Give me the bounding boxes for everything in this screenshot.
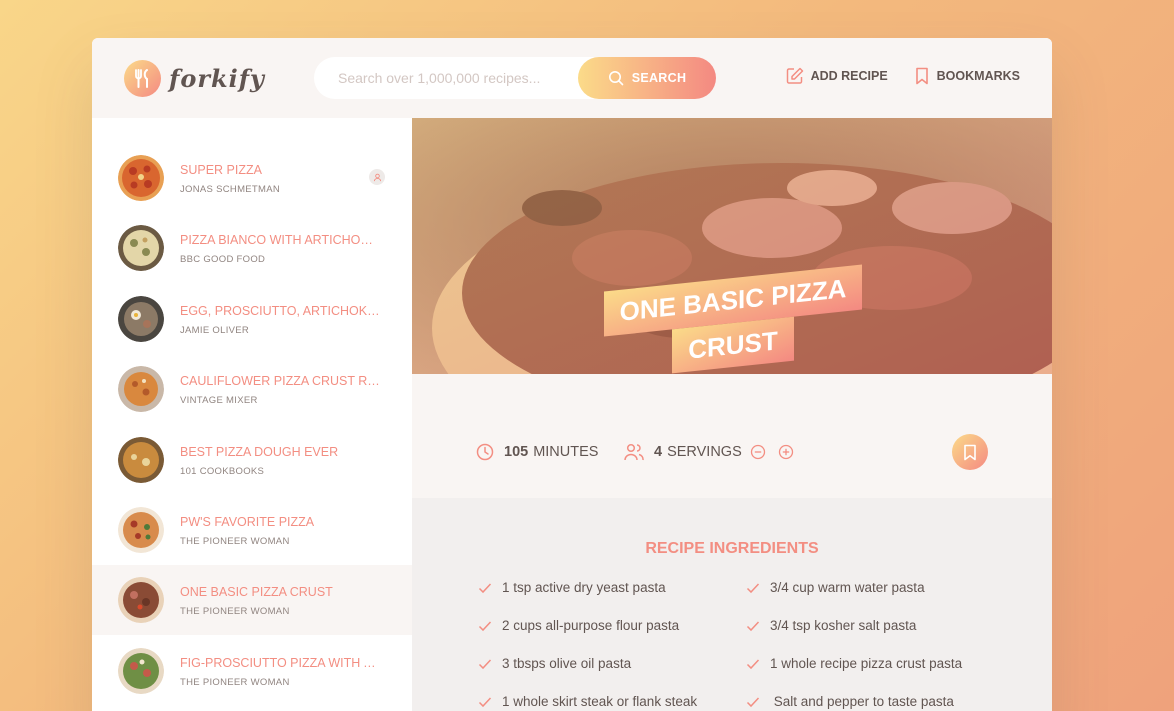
ingredient-item: 1 whole recipe pizza crust pasta [746, 656, 962, 671]
recipe-thumbnail [118, 366, 164, 412]
result-publisher: THE PIONEER WOMAN [180, 536, 290, 547]
search-button[interactable]: SEARCH [578, 57, 716, 99]
check-icon [478, 620, 492, 631]
check-icon [478, 582, 492, 593]
result-publisher: THE PIONEER WOMAN [180, 677, 290, 688]
nav: ADD RECIPE BOOKMARKS [760, 67, 1020, 85]
check-icon [478, 658, 492, 669]
check-icon [478, 696, 492, 707]
search-results: SUPER PIZZA JONAS SCHMETMAN PIZZA BIANCO… [92, 118, 412, 711]
result-title: CAULIFLOWER PIZZA CRUST RECI... [180, 374, 380, 388]
ingredient-item: 3/4 tsp kosher salt pasta [746, 618, 916, 633]
result-title: EGG, PROSCIUTTO, ARTICHOKES, ... [180, 304, 380, 318]
search-input[interactable] [338, 70, 588, 86]
servings-unit: SERVINGS [667, 444, 742, 460]
recipe-thumbnail [118, 507, 164, 553]
ingredients-section: RECIPE INGREDIENTS 1 tsp active dry yeas… [412, 498, 1052, 711]
ingredient-item: 1 tsp active dry yeast pasta [478, 580, 666, 595]
ingredient-item: 3/4 cup warm water pasta [746, 580, 925, 595]
result-title: PW'S FAVORITE PIZZA [180, 515, 315, 529]
result-publisher: VINTAGE MIXER [180, 395, 258, 406]
list-item[interactable]: PW'S FAVORITE PIZZA THE PIONEER WOMAN [92, 495, 412, 565]
edit-icon [786, 67, 803, 84]
bookmarks-label: BOOKMARKS [936, 69, 1020, 83]
clock-icon [476, 443, 494, 461]
list-item[interactable]: EGG, PROSCIUTTO, ARTICHOKES, ... JAMIE O… [92, 284, 412, 354]
fork-knife-icon [124, 60, 161, 97]
ingredient-item: 3 tbsps olive oil pasta [478, 656, 631, 671]
result-publisher: JAMIE OLIVER [180, 325, 250, 336]
result-publisher: 101 COOKBOOKS [180, 466, 265, 477]
recipe-view: ONE BASIC PIZZA CRUST 105 MINUTES 4 SERV… [412, 118, 1052, 711]
recipe-thumbnail [118, 577, 164, 623]
result-title: FIG-PROSCIUTTO PIZZA WITH AR... [180, 656, 380, 670]
result-title: BEST PIZZA DOUGH EVER [180, 445, 339, 459]
add-recipe-button[interactable]: ADD RECIPE [786, 67, 888, 85]
recipe-thumbnail [118, 225, 164, 271]
servings-controls [750, 444, 804, 460]
user-generated-badge [369, 169, 385, 185]
check-icon [746, 582, 760, 593]
recipe-thumbnail [118, 648, 164, 694]
bookmark-button[interactable] [952, 434, 988, 470]
list-item[interactable]: PIZZA BIANCO WITH ARTICHOKE ... BBC GOOD… [92, 213, 412, 283]
cooking-time: 105 MINUTES [476, 443, 598, 461]
recipe-thumbnail [118, 437, 164, 483]
list-item-active[interactable]: ONE BASIC PIZZA CRUST THE PIONEER WOMAN [92, 565, 412, 635]
ingredient-item: 1 whole skirt steak or flank steak [478, 694, 697, 709]
bookmark-icon [915, 67, 928, 85]
check-icon [746, 696, 760, 707]
search-button-label: SEARCH [631, 71, 687, 85]
bookmark-icon [964, 444, 976, 460]
recipe-thumbnail [118, 296, 164, 342]
search-form: SEARCH [314, 57, 716, 99]
minus-circle-icon[interactable] [750, 444, 766, 460]
ingredient-item: 2 cups all-purpose flour pasta [478, 618, 679, 633]
recipe-thumbnail [118, 155, 164, 201]
result-title: PIZZA BIANCO WITH ARTICHOKE ... [180, 233, 380, 247]
result-title: ONE BASIC PIZZA CRUST [180, 585, 333, 599]
ingredients-heading: RECIPE INGREDIENTS [645, 540, 819, 557]
result-publisher: THE PIONEER WOMAN [180, 606, 290, 617]
result-publisher: JONAS SCHMETMAN [180, 184, 281, 195]
plus-circle-icon[interactable] [778, 444, 794, 460]
list-item[interactable]: CAULIFLOWER PIZZA CRUST RECI... VINTAGE … [92, 354, 412, 424]
servings-value: 4 [654, 444, 663, 460]
header: forkify SEARCH ADD RECIPE [92, 38, 1052, 118]
ingredient-item: Salt and pepper to taste pasta [746, 694, 954, 709]
check-icon [746, 658, 760, 669]
result-title: SUPER PIZZA [180, 163, 262, 177]
list-item[interactable]: FIG-PROSCIUTTO PIZZA WITH AR... THE PION… [92, 636, 412, 706]
users-icon [624, 443, 644, 461]
servings: 4 SERVINGS [624, 443, 804, 461]
user-icon [373, 173, 381, 181]
logo[interactable]: forkify [124, 60, 265, 97]
result-publisher: BBC GOOD FOOD [180, 254, 266, 265]
recipe-details: 105 MINUTES 4 SERVINGS [412, 374, 1052, 498]
search-icon [608, 71, 624, 86]
check-icon [746, 620, 760, 631]
minutes-unit: MINUTES [533, 444, 599, 460]
brand-name: forkify [169, 64, 265, 93]
app-container: forkify SEARCH ADD RECIPE [92, 38, 1052, 711]
recipe-image: ONE BASIC PIZZA CRUST [412, 118, 1052, 374]
minutes-value: 105 [504, 444, 529, 460]
list-item[interactable]: SUPER PIZZA JONAS SCHMETMAN [92, 143, 412, 213]
list-item[interactable]: BEST PIZZA DOUGH EVER 101 COOKBOOKS [92, 425, 412, 495]
add-recipe-label: ADD RECIPE [810, 69, 888, 83]
bookmarks-button[interactable]: BOOKMARKS [914, 67, 1020, 85]
